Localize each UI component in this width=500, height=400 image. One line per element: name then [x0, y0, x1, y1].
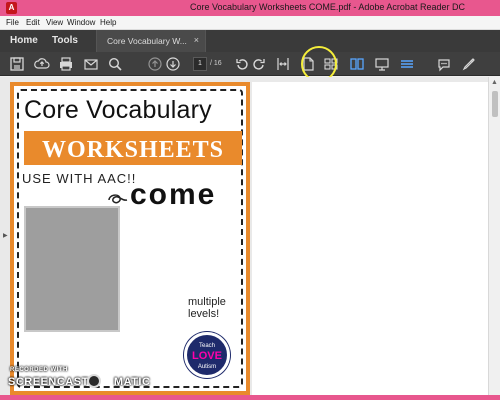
levels-note-line2: levels! [188, 308, 220, 320]
watermark-brand-right: MATIC [113, 376, 151, 388]
logo-text-top: Teach [198, 343, 215, 349]
worksheet-title: Core Vocabulary [24, 96, 212, 124]
brand-logo: Teach LOVE Autism [184, 332, 230, 378]
vocabulary-word: come [130, 178, 217, 211]
next-page-icon[interactable] [165, 56, 181, 72]
tab-bar: Home Tools Core Vocabulary W... × [0, 30, 500, 52]
vertical-scrollbar[interactable]: ▲ [488, 77, 500, 398]
screencast-watermark: RECORDED WITH SCREENCAST MATIC [6, 367, 166, 395]
title-bar: A Core Vocabulary Worksheets COME.pdf - … [0, 0, 500, 16]
two-page-scroll-icon[interactable] [349, 56, 365, 72]
upload-icon[interactable] [34, 56, 50, 72]
menu-bar: File Edit View Window Help [0, 16, 500, 30]
page-total: / 16 [210, 60, 222, 67]
window-bottom-border [0, 395, 500, 400]
menu-help[interactable]: Help [100, 18, 116, 27]
scroll-thumb[interactable] [492, 91, 498, 117]
tab-document-label: Core Vocabulary W... [107, 36, 187, 46]
menu-edit[interactable]: Edit [26, 18, 40, 27]
menu-view[interactable]: View [46, 18, 63, 27]
levels-note-line1: multiple [188, 296, 226, 308]
present-icon[interactable] [374, 56, 390, 72]
rotate-ccw-icon[interactable] [234, 56, 250, 72]
sign-icon[interactable] [461, 56, 477, 72]
page-number-input[interactable]: 1 [193, 57, 207, 71]
picture-placeholder [24, 206, 120, 332]
rotate-cw-icon[interactable] [251, 56, 267, 72]
window-title: Core Vocabulary Worksheets COME.pdf - Ad… [190, 2, 465, 12]
toolbar: 1 / 16 [0, 52, 500, 76]
save-icon[interactable] [9, 56, 25, 72]
document-view[interactable]: ▶ Core Vocabulary WORKSHEETS USE WITH AA… [0, 77, 500, 398]
comment-icon[interactable] [436, 56, 452, 72]
logo-text-mid: LOVE [192, 350, 222, 362]
menu-file[interactable]: File [6, 18, 19, 27]
menu-window[interactable]: Window [67, 18, 95, 27]
screencast-logo-icon [87, 374, 101, 388]
worksheet-banner-text: WORKSHEETS [41, 137, 225, 163]
pdf-page-1: Core Vocabulary WORKSHEETS USE WITH AAC!… [10, 82, 250, 395]
tab-tools[interactable]: Tools [52, 35, 78, 46]
print-icon[interactable] [58, 56, 74, 72]
expand-panel-icon[interactable]: ▶ [3, 232, 8, 239]
scroll-up-icon[interactable]: ▲ [491, 79, 498, 86]
email-icon[interactable] [83, 56, 99, 72]
prev-page-icon[interactable] [147, 56, 163, 72]
tab-document[interactable]: Core Vocabulary W... × [96, 30, 206, 52]
levels-note: multiple levels! [188, 296, 226, 320]
tab-home[interactable]: Home [10, 35, 38, 46]
acrobat-icon[interactable]: A [6, 2, 17, 14]
worksheet-subtitle: USE WITH AAC!! [22, 171, 137, 186]
search-icon[interactable] [107, 56, 123, 72]
watermark-brand-left: SCREENCAST [8, 376, 89, 388]
logo-text-bottom: Autism [197, 364, 217, 370]
acrobat-window: A Core Vocabulary Worksheets COME.pdf - … [0, 0, 500, 398]
worksheet-banner: WORKSHEETS [24, 131, 242, 165]
fit-width-icon[interactable] [275, 56, 291, 72]
pdf-page-2 [252, 82, 488, 398]
read-mode-icon[interactable] [399, 56, 415, 72]
watermark-brand: SCREENCAST MATIC [8, 376, 150, 388]
close-tab-icon[interactable]: × [194, 35, 199, 45]
watermark-recorded: RECORDED WITH [10, 367, 68, 373]
